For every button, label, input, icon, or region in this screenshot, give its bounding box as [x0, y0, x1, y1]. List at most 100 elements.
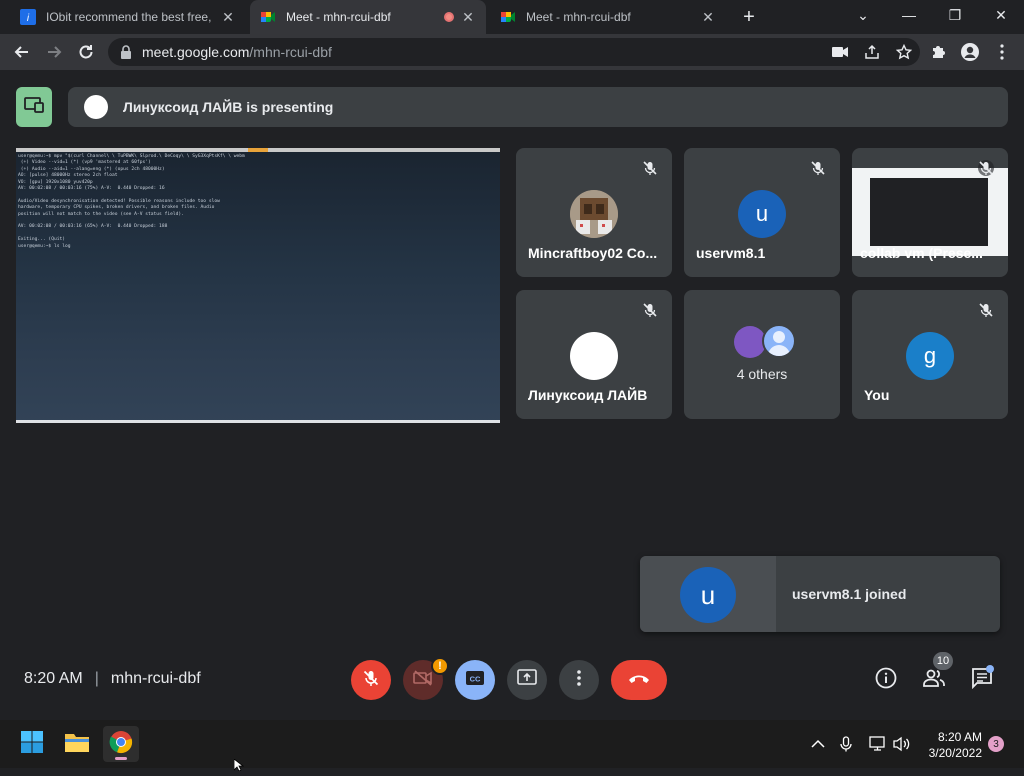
more-options-button[interactable]: [559, 660, 599, 700]
mic-off-icon: [640, 300, 660, 320]
tab-title: Meet - mhn-rcui-dbf: [526, 10, 631, 24]
meeting-code: mhn-rcui-dbf: [110, 670, 201, 687]
others-tile[interactable]: 4 others: [684, 290, 840, 419]
tab-meet[interactable]: Meet - mhn-rcui-dbf ✕: [490, 0, 726, 34]
close-tab-icon[interactable]: ✕: [460, 9, 476, 26]
more-vertical-icon: [577, 669, 581, 691]
camera-warning-badge[interactable]: !: [431, 657, 449, 675]
camera-in-use-icon[interactable]: [830, 42, 850, 62]
tab-search-icon[interactable]: ⌄: [840, 0, 886, 30]
minecraft-avatar: [570, 190, 618, 238]
participant-tile[interactable]: u uservm8.1: [684, 148, 840, 277]
presentation-layout-button[interactable]: [16, 87, 52, 127]
remote-bottom-edge: [16, 420, 500, 423]
closed-captions-icon: CC: [465, 670, 485, 691]
bookmark-star-icon[interactable]: [894, 42, 914, 62]
meeting-time: 8:20 AM: [24, 670, 83, 687]
forward-button[interactable]: [40, 38, 68, 66]
toggle-microphone-button[interactable]: [351, 660, 391, 700]
close-window-button[interactable]: ✕: [978, 0, 1024, 30]
meeting-info-button[interactable]: [872, 666, 900, 694]
camera-off-icon: [413, 669, 433, 691]
new-tab-button[interactable]: +: [736, 4, 762, 30]
remote-top-panel: [16, 148, 500, 152]
leave-call-button[interactable]: [611, 660, 667, 700]
participant-name: Линуксоид ЛАЙВ: [528, 387, 648, 403]
url-host: meet.google.com: [142, 44, 250, 60]
reload-button[interactable]: [72, 38, 100, 66]
presented-screen[interactable]: user@qemu:~$ mpv "$(curl Channel\ \ TuPB…: [16, 148, 500, 423]
hang-up-icon: [627, 671, 651, 689]
participant-avatar: [570, 332, 618, 380]
present-now-button[interactable]: [507, 660, 547, 700]
meeting-details: 8:20 AM | mhn-rcui-dbf: [24, 670, 201, 688]
extensions-puzzle-icon[interactable]: [924, 38, 952, 66]
tab-iobit[interactable]: i IObit recommend the best free, f ✕: [10, 0, 246, 34]
network-icon[interactable]: [868, 734, 888, 754]
presenting-banner: Линуксоид ЛАЙВ is presenting: [68, 87, 1008, 127]
taskbar-clock[interactable]: 8:20 AM 3/20/2022: [926, 729, 982, 761]
chrome-menu-icon[interactable]: [988, 38, 1016, 66]
minimize-button[interactable]: —: [886, 0, 932, 30]
microphone-tray-icon[interactable]: [836, 734, 856, 754]
close-tab-icon[interactable]: ✕: [220, 9, 236, 26]
tab-title: Meet - mhn-rcui-dbf: [286, 10, 391, 24]
tab-strip: i IObit recommend the best free, f ✕ Mee…: [0, 0, 1024, 34]
participant-name: You: [864, 387, 890, 403]
start-button[interactable]: [14, 726, 50, 762]
participant-tile[interactable]: Mincraftboy02 Co...: [516, 148, 672, 277]
mic-off-icon: [808, 158, 828, 178]
windows-taskbar: 8:20 AM 3/20/2022: [0, 720, 1024, 768]
url-path: /mhn-rcui-dbf: [249, 44, 332, 60]
participant-tile[interactable]: collab vm (Prese...: [852, 148, 1008, 277]
present-to-all-icon: [24, 96, 44, 118]
svg-text:CC: CC: [470, 674, 481, 683]
self-tile[interactable]: g You: [852, 290, 1008, 419]
people-button[interactable]: [920, 666, 948, 694]
joined-user-avatar: u: [680, 567, 736, 623]
mic-off-icon: [362, 669, 380, 692]
terminal-line: user@qemu:~$ ls log: [18, 243, 71, 249]
participant-name: Mincraftboy02 Co...: [528, 245, 658, 261]
info-icon: [875, 667, 897, 694]
self-avatar: g: [906, 332, 954, 380]
participant-name: collab vm (Prese...: [860, 245, 983, 261]
show-hidden-icons-button[interactable]: [808, 734, 828, 754]
chrome-icon: [109, 730, 133, 759]
present-screen-icon: [517, 668, 537, 692]
participant-tile[interactable]: Линуксоид ЛАЙВ: [516, 290, 672, 419]
profile-avatar-icon[interactable]: [956, 38, 984, 66]
join-message: uservm8.1 joined: [792, 586, 907, 602]
others-count-label: 4 others: [736, 366, 788, 382]
people-count-badge: 10: [933, 652, 953, 670]
recording-indicator-icon: [444, 12, 454, 22]
restore-button[interactable]: ❐: [932, 0, 978, 30]
chat-unread-dot: [986, 665, 994, 673]
notification-count-badge[interactable]: 3: [988, 736, 1004, 752]
separator: |: [94, 670, 99, 687]
google-meet-icon: [260, 9, 276, 25]
back-button[interactable]: [8, 38, 36, 66]
tab-title: IObit recommend the best free, f: [46, 10, 214, 24]
mic-off-icon: [640, 158, 660, 178]
presenter-avatar: [84, 95, 108, 119]
screen-share-thumbnail: [852, 168, 1008, 256]
mouse-cursor-icon: [233, 758, 245, 776]
tab-meet-active[interactable]: Meet - mhn-rcui-dbf ✕: [250, 0, 486, 34]
file-explorer-button[interactable]: [59, 726, 95, 762]
others-avatar: [762, 324, 796, 358]
people-icon: [922, 669, 946, 692]
participant-avatar: u: [738, 190, 786, 238]
chrome-taskbar-button[interactable]: [103, 726, 139, 762]
folder-icon: [64, 731, 90, 758]
address-bar[interactable]: meet.google.com/mhn-rcui-dbf: [108, 38, 920, 66]
active-app-indicator: [115, 757, 127, 760]
close-tab-icon[interactable]: ✕: [700, 9, 716, 26]
share-icon[interactable]: [862, 42, 882, 62]
volume-icon[interactable]: [892, 734, 912, 754]
clock-time: 8:20 AM: [937, 730, 982, 744]
clock-date: 3/20/2022: [928, 746, 982, 760]
lock-icon[interactable]: [120, 45, 134, 59]
captions-button[interactable]: CC: [455, 660, 495, 700]
participant-name: uservm8.1: [696, 245, 766, 261]
